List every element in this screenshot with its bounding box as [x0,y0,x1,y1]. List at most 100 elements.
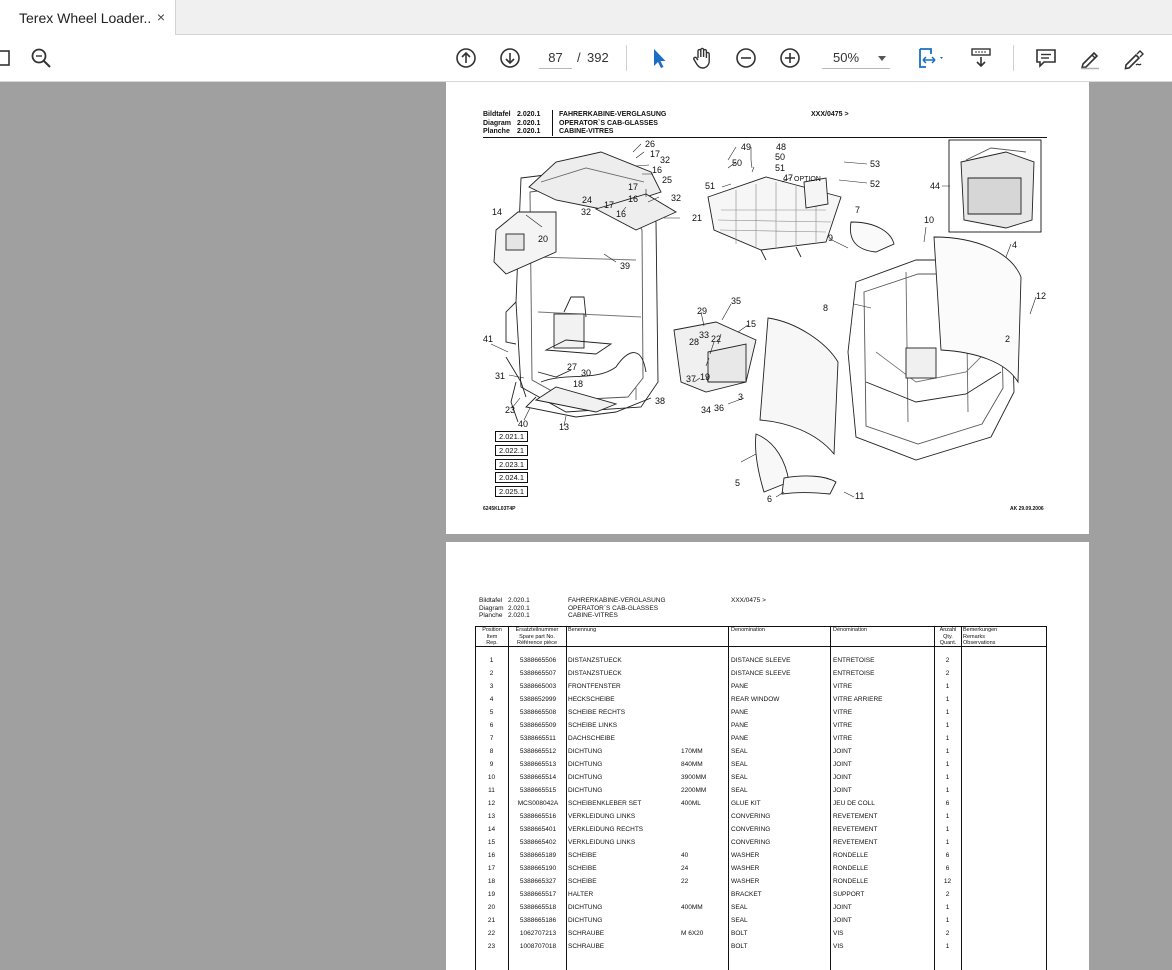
reference-box[interactable]: 2.022.1 [495,445,528,456]
reference-box[interactable]: 2.021.1 [495,431,528,442]
callout: 13 [559,422,569,432]
callout: 35 [731,296,741,306]
table-row: 6 5388665509 SCHEIBE LINKS PANE VITRE 1 [475,719,1047,732]
cell-denomination-en: WASHER [731,852,760,859]
col-header-line: Référence pièce [516,640,558,646]
callout: 6 [767,494,772,504]
table-row: 13 5388665516 VERKLEIDUNG LINKS CONVERING RE… [475,810,1047,823]
table-row: 4 5388652999 HECKSCHEIBE REAR WINDOW VITRE A… [475,693,1047,706]
cell-benennung: VERKLEIDUNG LINKS [568,839,636,846]
callout: 38 [655,396,665,406]
table-row: 14 5388665401 VERKLEIDUNG RECHTS CONVERING R… [475,823,1047,836]
cell-benennung: DICHTUNG [568,774,603,781]
cell-benennung: SCHEIBE [568,865,597,872]
cell-spec: 24 [681,865,689,872]
callout: 47 [783,173,793,183]
reference-box[interactable]: 2.025.1 [495,486,528,497]
previous-page-icon[interactable] [451,43,481,73]
callout: 16 [628,194,638,204]
cell-benennung: SCHRAUBE [568,943,605,950]
callout: 16 [652,165,662,175]
document-viewport[interactable]: Bildtafel Diagram Planche 2.020.1 2.020.… [0,82,1172,970]
table-row: 16 5388665189 SCHEIBE 40 WASHER RONDELLE 6 [475,849,1047,862]
col-header-denomination-en: Denomination [731,627,765,633]
col-header-line: Observations [963,640,996,646]
header-label: Bildtafel [479,597,503,604]
cell-position: 14 [487,826,496,833]
header-title: FAHRERKABINE-VERGLASUNG [568,597,666,604]
cell-spec: 400ML [681,800,701,807]
header-label: Planche [479,612,503,619]
cell-position: 18 [487,878,496,885]
cell-qty: 12 [943,878,952,885]
table-row: 23 1008707018 SCHRAUBE BOLT VIS 1 [475,940,1047,953]
cell-denomination-fr: VIS [833,943,844,950]
chevron-down-icon [878,56,886,61]
cell-position: 1 [489,657,494,664]
next-page-icon[interactable] [495,43,525,73]
page-header-labels: Bildtafel Diagram Planche [479,597,504,620]
callout: 24 [582,195,592,205]
callout: 15 [746,319,756,329]
cell-denomination-en: PANE [731,683,749,690]
callout: 51 [775,163,785,173]
cell-benennung: VERKLEIDUNG LINKS [568,813,636,820]
scroll-mode-icon[interactable] [966,43,996,73]
page-number-input[interactable]: 87 [539,47,572,69]
page-fit-icon[interactable] [912,43,950,73]
zoom-out-icon[interactable] [731,43,761,73]
table-row: 18 5388665327 SCHEIBE 22 WASHER RONDELLE 12 [475,875,1047,888]
comment-icon[interactable] [1031,43,1061,73]
col-header-line: Ersatzteilnummer [515,627,559,633]
cell-qty: 2 [945,670,950,677]
cell-part-number: 5388665508 [519,709,557,716]
search-icon[interactable] [26,43,56,73]
callout: 32 [660,155,670,165]
close-tab-icon[interactable]: × [154,9,168,25]
cell-denomination-fr: JOINT [833,787,852,794]
zoom-select[interactable]: 50% [822,47,890,69]
callout: 30 [581,368,591,378]
cell-part-number: 5388665513 [519,761,557,768]
col-header-part-no: Ersatzteilnummer Spare part No. Référenc… [509,627,565,647]
cell-denomination-fr: JOINT [833,761,852,768]
callout: 36 [714,403,724,413]
callout: 17 [628,182,638,192]
col-header-line: Quant. [939,640,957,646]
cell-position: 3 [489,683,494,690]
zoom-in-icon[interactable] [775,43,805,73]
cell-part-number: 5388665189 [519,852,557,859]
highlight-pen-icon[interactable] [1075,43,1105,73]
cell-spec: 400MM [681,904,703,911]
callout: 29 [697,306,707,316]
cell-position: 19 [487,891,496,898]
sign-icon[interactable] [1119,43,1149,73]
cell-qty: 1 [945,748,950,755]
cell-spec: 40 [681,852,689,859]
hand-tool-icon[interactable] [687,43,717,73]
cell-part-number: 5388665515 [519,787,557,794]
cell-denomination-fr: JOINT [833,774,852,781]
document-tab[interactable]: Terex Wheel Loader... × [0,0,176,35]
select-cursor-icon[interactable] [643,43,673,73]
table-row: 15 5388665402 VERKLEIDUNG LINKS CONVERING RE… [475,836,1047,849]
callout: 26 [645,139,655,149]
reference-box[interactable]: 2.023.1 [495,459,528,470]
cell-denomination-fr: VIS [833,930,844,937]
cell-part-number: 5388665506 [519,657,557,664]
sidebar-toggle-icon[interactable] [0,43,16,73]
toolbar-divider [1013,45,1014,71]
cell-part-number: 5388665190 [519,865,557,872]
callout: 3 [738,392,743,402]
cell-denomination-fr: RONDELLE [833,852,869,859]
cell-denomination-en: PANE [731,722,749,729]
cell-benennung: SCHEIBE LINKS [568,722,618,729]
cell-benennung: SCHEIBE RECHTS [568,709,626,716]
callout: 5 [735,478,740,488]
cell-denomination-fr: REVETEMENT [833,826,878,833]
cell-denomination-en: CONVERING [731,813,771,820]
callout: 18 [573,379,583,389]
cell-spec: 840MM [681,761,703,768]
reference-box[interactable]: 2.024.1 [495,472,528,483]
cell-benennung: DICHTUNG [568,904,603,911]
